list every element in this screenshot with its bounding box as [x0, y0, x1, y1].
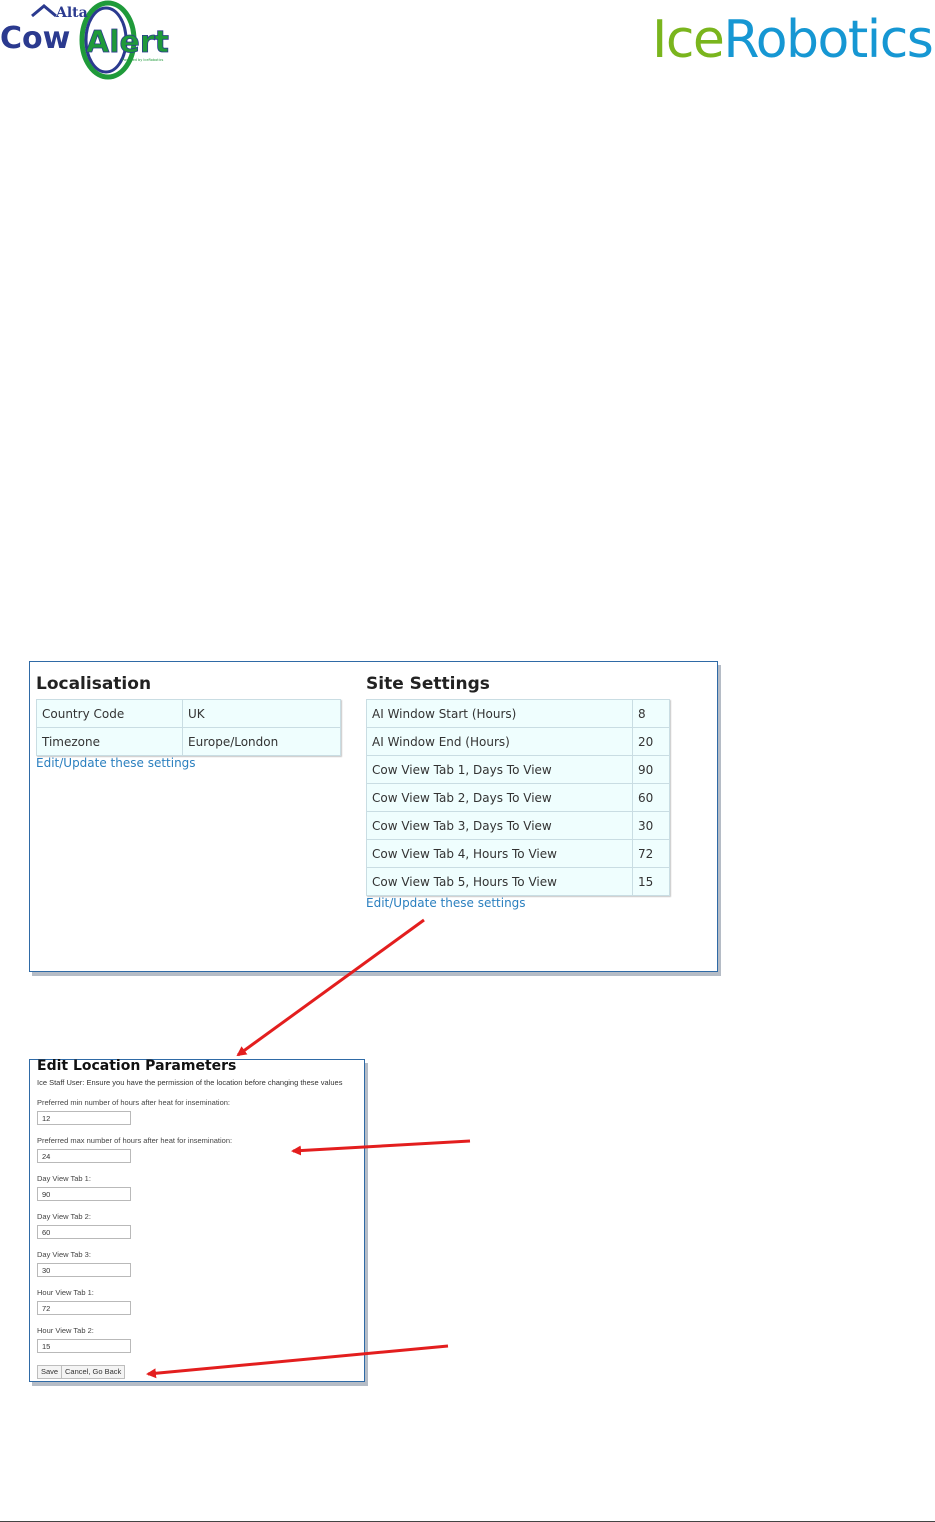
site-setting-label: Cow View Tab 3, Days To View [366, 811, 633, 840]
table-row: Timezone Europe/London [36, 727, 341, 756]
localisation-title: Localisation [36, 674, 152, 694]
table-row: Cow View Tab 3, Days To View 30 [366, 811, 670, 840]
table-row: Cow View Tab 4, Hours To View 72 [366, 839, 670, 868]
field-label-day-view-tab-2: Day View Tab 2: [37, 1212, 91, 1221]
localisation-label: Country Code [36, 699, 183, 728]
field-label-hour-view-tab-1: Hour View Tab 1: [37, 1288, 94, 1297]
edit-form-title: Edit Location Parameters [37, 1058, 237, 1074]
table-row: AI Window End (Hours) 20 [366, 727, 670, 756]
site-settings-edit-link[interactable]: Edit/Update these settings [366, 896, 526, 910]
table-row: Cow View Tab 1, Days To View 90 [366, 755, 670, 784]
min-hours-input[interactable] [37, 1111, 131, 1125]
cancel-go-back-button[interactable]: Cancel, Go Back [61, 1365, 126, 1379]
site-setting-value: 8 [632, 699, 670, 728]
icerobotics-logo-ice: Ice [652, 10, 725, 70]
site-setting-value: 30 [632, 811, 670, 840]
site-settings-title: Site Settings [366, 674, 490, 694]
localisation-table: Country Code UK Timezone Europe/London [36, 699, 341, 756]
hour-view-tab-2-input[interactable] [37, 1339, 131, 1353]
site-setting-value: 60 [632, 783, 670, 812]
site-setting-label: AI Window End (Hours) [366, 727, 633, 756]
site-setting-label: AI Window Start (Hours) [366, 699, 633, 728]
localisation-label: Timezone [36, 727, 183, 756]
cowalert-logo-graphic: Alta Cow Alert Powered by IceRobotics [0, 0, 169, 80]
field-label-min-hours: Preferred min number of hours after heat… [37, 1098, 231, 1107]
site-setting-value: 20 [632, 727, 670, 756]
site-setting-label: Cow View Tab 4, Hours To View [366, 839, 633, 868]
site-setting-label: Cow View Tab 5, Hours To View [366, 867, 633, 896]
hour-view-tab-1-input[interactable] [37, 1301, 131, 1315]
site-setting-value: 15 [632, 867, 670, 896]
field-label-day-view-tab-1: Day View Tab 1: [37, 1174, 91, 1183]
localisation-value: Europe/London [182, 727, 341, 756]
cowalert-tagline: Powered by IceRobotics [122, 58, 164, 62]
day-view-tab-3-input[interactable] [37, 1263, 131, 1277]
cowalert-small-text: Alta [55, 5, 88, 21]
cowalert-main-text-1: Cow [0, 21, 70, 56]
day-view-tab-1-input[interactable] [37, 1187, 131, 1201]
site-setting-value: 72 [632, 839, 670, 868]
site-settings-table: AI Window Start (Hours) 8 AI Window End … [366, 699, 670, 896]
field-label-day-view-tab-3: Day View Tab 3: [37, 1250, 91, 1259]
icerobotics-logo-robotics: Robotics [723, 10, 933, 70]
settings-panel-screenshot: Localisation Country Code UK Timezone Eu… [29, 661, 718, 972]
table-row: Country Code UK [36, 699, 341, 728]
site-setting-value: 90 [632, 755, 670, 784]
field-label-max-hours: Preferred max number of hours after heat… [37, 1136, 233, 1145]
table-row: AI Window Start (Hours) 8 [366, 699, 670, 728]
table-row: Cow View Tab 2, Days To View 60 [366, 783, 670, 812]
localisation-edit-link[interactable]: Edit/Update these settings [36, 756, 196, 770]
save-button[interactable]: Save [37, 1365, 63, 1379]
max-hours-input[interactable] [37, 1149, 131, 1163]
cowalert-main-text-2: Alert [86, 25, 169, 60]
edit-location-panel-screenshot: Edit Location Parameters Ice Staff User:… [29, 1058, 365, 1382]
site-setting-label: Cow View Tab 1, Days To View [366, 755, 633, 784]
table-row: Cow View Tab 5, Hours To View 15 [366, 867, 670, 896]
icerobotics-logo: IceRobotics [652, 8, 934, 72]
cowalert-logo: Alta Cow Alert Powered by IceRobotics [0, 0, 200, 80]
day-view-tab-2-input[interactable] [37, 1225, 131, 1239]
field-label-hour-view-tab-2: Hour View Tab 2: [37, 1326, 94, 1335]
site-setting-label: Cow View Tab 2, Days To View [366, 783, 633, 812]
localisation-value: UK [182, 699, 341, 728]
edit-form-warning: Ice Staff User: Ensure you have the perm… [37, 1078, 343, 1087]
